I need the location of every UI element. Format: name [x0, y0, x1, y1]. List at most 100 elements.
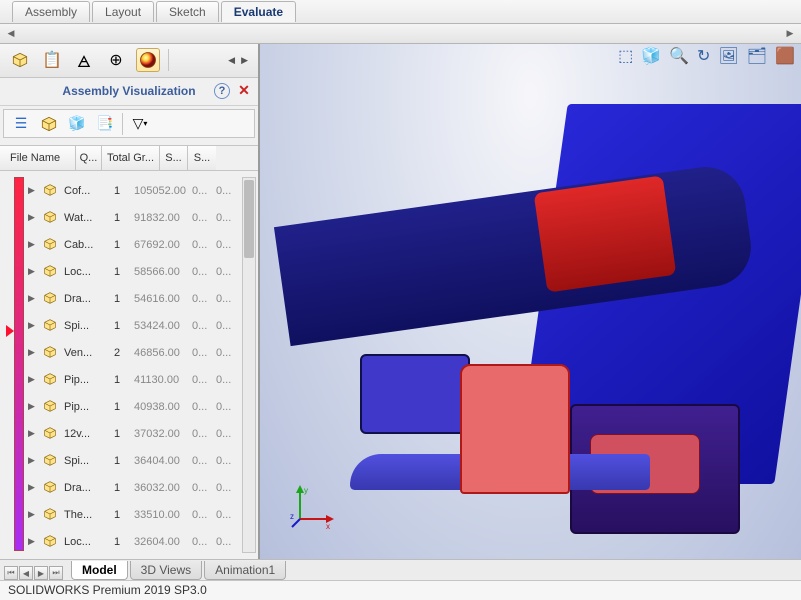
gradient-marker-icon[interactable]: [6, 325, 14, 337]
mode-tab-assembly[interactable]: Assembly: [12, 1, 90, 22]
col-quantity[interactable]: Q...: [76, 146, 102, 170]
expander-icon[interactable]: ▶: [28, 212, 38, 223]
row-qty: 1: [108, 266, 134, 278]
expander-icon[interactable]: ▶: [28, 293, 38, 304]
toolbar-scroll-right-icon[interactable]: ▶: [239, 55, 250, 66]
mode-tab-layout[interactable]: Layout: [92, 1, 154, 22]
mode-tab-evaluate[interactable]: Evaluate: [221, 1, 296, 22]
toolbar-separator: [168, 49, 169, 71]
row-total: 54616.00: [134, 293, 192, 305]
tree-scrollbar[interactable]: [242, 177, 256, 553]
expander-icon[interactable]: ▶: [28, 536, 38, 547]
list-item[interactable]: ▶Cab...167692.000...0...: [0, 231, 258, 258]
vcr-controls: ⏮ ◀ ▶ ⏭: [4, 566, 63, 580]
expander-icon[interactable]: ▶: [28, 347, 38, 358]
zoom-to-fit-icon[interactable]: ⬚: [618, 46, 633, 66]
crosshair-icon[interactable]: ⊕: [104, 48, 128, 72]
flat-nested-icon[interactable]: ☰: [10, 113, 32, 135]
expander-icon[interactable]: ▶: [28, 509, 38, 520]
list-item[interactable]: ▶Loc...132604.000...0...: [0, 528, 258, 555]
expander-icon[interactable]: ▶: [28, 185, 38, 196]
mode-tab-sketch[interactable]: Sketch: [156, 1, 219, 22]
row-total: 46856.00: [134, 347, 192, 359]
row-total: 40938.00: [134, 401, 192, 413]
row-name: The...: [64, 509, 108, 521]
expander-icon[interactable]: ▶: [28, 239, 38, 250]
part-view-icon[interactable]: 🧊: [66, 113, 88, 135]
close-icon[interactable]: ✕: [236, 83, 252, 99]
view-cube-icon[interactable]: 🧊: [641, 46, 661, 66]
zoom-window-icon[interactable]: 🔍: [669, 46, 689, 66]
list-item[interactable]: ▶Wat...191832.000...0...: [0, 204, 258, 231]
expander-icon[interactable]: ▶: [28, 482, 38, 493]
viewport-3d[interactable]: ⬚ 🧊 🔍 ↻ 🖼 🗂 🟫 y x z: [260, 44, 801, 559]
scene-chair: [460, 364, 570, 494]
panel-title: Assembly Visualization: [62, 84, 195, 98]
expander-icon[interactable]: ▶: [28, 401, 38, 412]
vcr-last-icon[interactable]: ⏭: [49, 566, 63, 580]
expander-icon[interactable]: ▶: [28, 320, 38, 331]
section-icon[interactable]: 🖼: [718, 46, 738, 66]
vcr-first-icon[interactable]: ⏮: [4, 566, 18, 580]
bottom-tab-model[interactable]: Model: [71, 561, 128, 580]
col-sm[interactable]: S...: [188, 146, 216, 170]
expander-icon[interactable]: ▶: [28, 374, 38, 385]
status-bar: SOLIDWORKS Premium 2019 SP3.0: [0, 580, 801, 600]
row-total: 91832.00: [134, 212, 192, 224]
vcr-next-icon[interactable]: ▶: [34, 566, 48, 580]
row-sm: 0...: [216, 239, 240, 251]
orientation-triad-icon[interactable]: y x z: [290, 483, 336, 529]
vcr-prev-icon[interactable]: ◀: [19, 566, 33, 580]
bottom-tab-animation[interactable]: Animation1: [204, 561, 286, 580]
row-total: 32604.00: [134, 536, 192, 548]
hierarchy-icon[interactable]: 🜁: [72, 48, 96, 72]
rotate-icon[interactable]: ↻: [697, 46, 710, 66]
col-sw[interactable]: S...: [160, 146, 188, 170]
col-filename[interactable]: File Name: [0, 146, 76, 170]
assembly-icon[interactable]: [38, 113, 60, 135]
row-sm: 0...: [216, 212, 240, 224]
expander-icon[interactable]: ▶: [28, 266, 38, 277]
appearances-icon[interactable]: 🟫: [775, 46, 795, 66]
row-sm: 0...: [216, 428, 240, 440]
row-qty: 1: [108, 185, 134, 197]
color-gradient-strip[interactable]: [14, 177, 24, 551]
row-qty: 1: [108, 401, 134, 413]
scrollbar-thumb[interactable]: [244, 180, 254, 258]
filter-funnel-icon[interactable]: ▽▾: [129, 113, 151, 135]
list-item[interactable]: ▶Dra...154616.000...0...: [0, 285, 258, 312]
col-total-graphics[interactable]: Total Gr...: [102, 146, 160, 170]
property-icon[interactable]: 📋: [40, 48, 64, 72]
row-total: 41130.00: [134, 374, 192, 386]
grouping-icon[interactable]: 📑: [94, 113, 116, 135]
list-item[interactable]: ▶Spi...153424.000...0...: [0, 312, 258, 339]
list-item[interactable]: ▶Cof...1105052.000...0...: [0, 177, 258, 204]
row-qty: 1: [108, 212, 134, 224]
display-style-icon[interactable]: 🗂: [747, 46, 767, 66]
list-item[interactable]: ▶Dra...136032.000...0...: [0, 474, 258, 501]
row-total: 58566.00: [134, 266, 192, 278]
list-item[interactable]: ▶12v...137032.000...0...: [0, 420, 258, 447]
view-toolbar: ⬚ 🧊 🔍 ↻ 🖼 🗂 🟫: [618, 44, 795, 68]
help-icon[interactable]: ?: [214, 83, 230, 99]
row-name: 12v...: [64, 428, 108, 440]
toolbar-scroll-left-icon[interactable]: ◀: [226, 55, 237, 66]
list-item[interactable]: ▶Pip...141130.000...0...: [0, 366, 258, 393]
bottom-tab-3dviews[interactable]: 3D Views: [130, 561, 202, 580]
feature-tree-icon[interactable]: [8, 48, 32, 72]
row-qty: 1: [108, 293, 134, 305]
row-total: 36404.00: [134, 455, 192, 467]
scroll-left-icon[interactable]: ◀: [4, 26, 18, 40]
list-item[interactable]: ▶The...133510.000...0...: [0, 501, 258, 528]
expander-icon[interactable]: ▶: [28, 428, 38, 439]
list-item[interactable]: ▶Pip...140938.000...0...: [0, 393, 258, 420]
row-sm: 0...: [216, 347, 240, 359]
scroll-right-icon[interactable]: ▶: [783, 26, 797, 40]
list-item[interactable]: ▶Spi...136404.000...0...: [0, 447, 258, 474]
list-item[interactable]: ▶Ven...246856.000...0...: [0, 339, 258, 366]
visualization-sphere-icon[interactable]: [136, 48, 160, 72]
list-item[interactable]: ▶Loc...158566.000...0...: [0, 258, 258, 285]
expander-icon[interactable]: ▶: [28, 455, 38, 466]
row-name: Cab...: [64, 239, 108, 251]
filter-separator: [122, 113, 123, 135]
